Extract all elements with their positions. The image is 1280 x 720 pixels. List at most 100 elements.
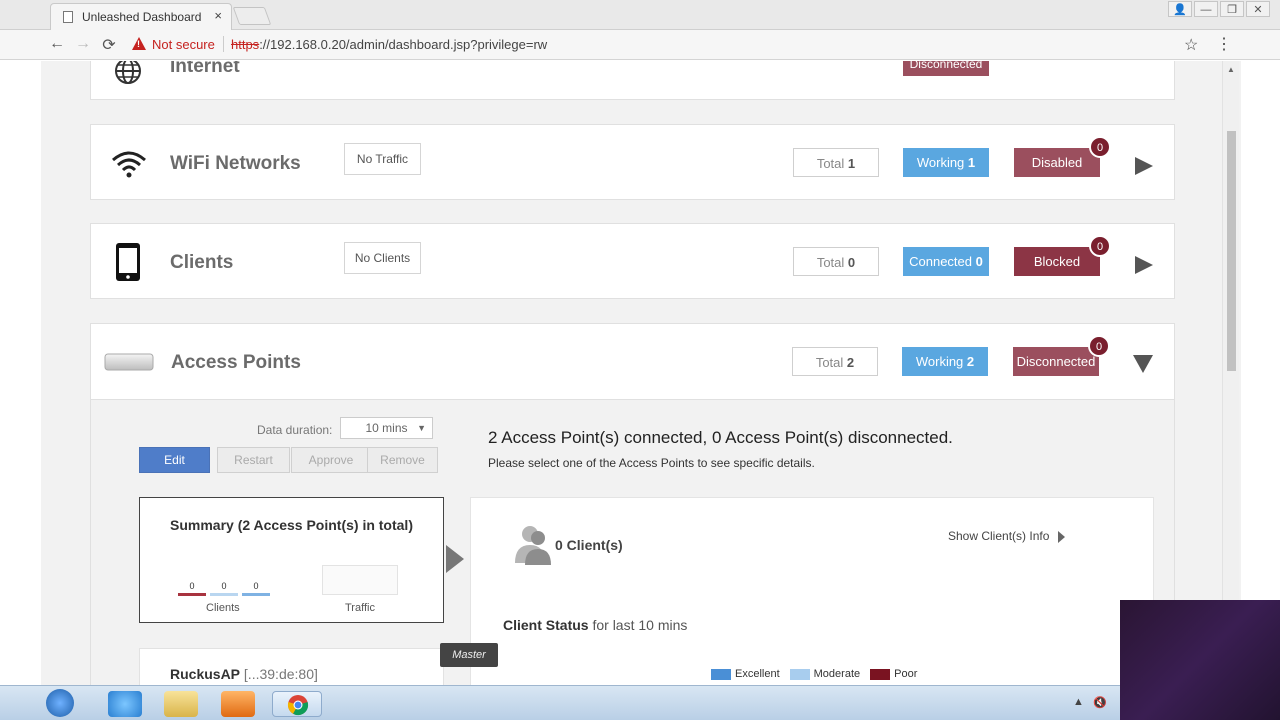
warning-icon [132, 37, 146, 50]
address-bar[interactable]: https://192.168.0.20/admin/dashboard.jsp… [231, 37, 547, 52]
show-clients-info-link[interactable]: Show Client(s) Info [948, 529, 1066, 543]
clients-total-value: 0 [847, 255, 856, 270]
wifi-total-label: Total [816, 156, 845, 171]
legend-moderate-label: Moderate [813, 668, 861, 680]
forward-icon[interactable]: → [73, 35, 93, 53]
chrome-taskbar-button[interactable] [272, 691, 322, 717]
show-clients-info-label: Show Client(s) Info [948, 529, 1050, 543]
clients-expand-arrow-icon[interactable] [1135, 256, 1153, 274]
internet-status-badge[interactable]: Disconnected [903, 61, 989, 76]
minimize-button[interactable]: — [1194, 1, 1218, 17]
wifi-working-label: Working [916, 155, 965, 170]
close-window-button[interactable]: ✕ [1246, 1, 1270, 17]
ap-working-value: 2 [966, 354, 975, 369]
wifi-working-badge[interactable]: Working 1 [903, 148, 989, 177]
ap-connection-message: 2 Access Point(s) connected, 0 Access Po… [488, 428, 953, 447]
browser-toolbar: ← → ⟳ Not secure https://192.168.0.20/ad… [0, 30, 1280, 60]
window-controls: 👤 — ❐ ✕ [1168, 1, 1270, 17]
browser-menu-icon[interactable]: ⋮ [1216, 34, 1232, 54]
ap-total-value: 2 [846, 355, 855, 370]
play-arrow-icon [1058, 530, 1066, 543]
globe-icon [115, 61, 141, 84]
url-separator [223, 36, 224, 52]
master-badge: Master [440, 643, 498, 667]
legend-excellent: Excellent [711, 668, 780, 680]
profile-icon[interactable]: 👤 [1168, 1, 1192, 17]
mini-value-excellent: 0 [253, 581, 259, 591]
access-points-panel[interactable]: Access Points Total 2 Working 2 Disconne… [90, 323, 1175, 400]
wifi-disabled-counter: 0 [1089, 136, 1111, 158]
ap-disconnected-badge[interactable]: Disconnected [1013, 347, 1099, 376]
media-player-icon[interactable] [221, 691, 255, 717]
ap-total-label: Total [815, 355, 844, 370]
approve-button[interactable]: Approve [291, 447, 371, 473]
url-scheme: https [231, 37, 260, 52]
ap-name: RuckusAP [...39:de:80] [170, 666, 318, 682]
edit-button[interactable]: Edit [139, 447, 210, 473]
client-status-period: for last 10 mins [588, 617, 688, 633]
clients-traffic-box: No Clients [344, 242, 421, 274]
legend-poor: Poor [870, 668, 917, 680]
summary-traffic-box [322, 565, 398, 595]
access-points-details: Data duration: 10 mins ▼ Edit Restart Ap… [90, 400, 1175, 685]
access-points-title: Access Points [171, 352, 301, 373]
ap-working-badge[interactable]: Working 2 [902, 347, 988, 376]
mini-bar-moderate: 0 [209, 581, 239, 596]
chrome-icon [287, 695, 309, 716]
file-explorer-icon[interactable] [164, 691, 198, 717]
ap-working-label: Working [915, 354, 964, 369]
client-status-legend: Excellent Moderate Poor [711, 668, 917, 680]
access-point-device-icon [104, 353, 154, 371]
wifi-total-badge[interactable]: Total 1 [793, 148, 879, 177]
url-path: ://192.168.0.20/admin/dashboard.jsp?priv… [259, 37, 548, 52]
volume-muted-icon[interactable]: 🔇 [1093, 696, 1107, 709]
wifi-networks-panel[interactable]: WiFi Networks No Traffic Total 1 Working… [90, 124, 1175, 200]
wifi-working-value: 1 [967, 155, 976, 170]
reload-icon[interactable]: ⟳ [99, 35, 119, 55]
webcam-overlay [1120, 600, 1280, 720]
restart-button[interactable]: Restart [217, 447, 290, 473]
tray-expand-icon[interactable]: ▲ [1073, 696, 1084, 708]
clients-title: Clients [170, 252, 234, 273]
ap-name-text: RuckusAP [170, 666, 241, 682]
not-secure-label[interactable]: Not secure [152, 37, 215, 52]
summary-pointer-icon [446, 545, 464, 573]
client-count: 0 Client(s) [555, 537, 623, 553]
internet-explorer-icon[interactable] [108, 691, 142, 717]
mini-bar-excellent: 0 [241, 581, 271, 596]
ap-disconnected-counter: 0 [1088, 335, 1110, 357]
wifi-expand-arrow-icon[interactable] [1135, 157, 1153, 175]
tab-close-icon[interactable]: × [214, 8, 222, 23]
start-button-icon[interactable] [46, 689, 74, 717]
bookmark-star-icon[interactable]: ☆ [1184, 35, 1198, 55]
scroll-thumb[interactable] [1227, 131, 1236, 371]
page-scrollbar[interactable]: ▲ [1222, 61, 1239, 685]
back-icon[interactable]: ← [47, 35, 67, 53]
scroll-up-icon[interactable]: ▲ [1227, 65, 1235, 74]
ap-list-item[interactable]: RuckusAP [...39:de:80] [139, 648, 444, 685]
clients-connected-badge[interactable]: Connected 0 [903, 247, 989, 276]
remove-button[interactable]: Remove [367, 447, 438, 473]
clients-blocked-badge[interactable]: Blocked [1014, 247, 1100, 276]
data-duration-select[interactable]: 10 mins ▼ [340, 417, 433, 439]
client-status-heading: Client Status for last 10 mins [503, 617, 687, 633]
page-icon [63, 11, 73, 23]
clients-user-icon [515, 526, 551, 565]
internet-panel[interactable]: Internet Disconnected [90, 61, 1175, 100]
mini-value-moderate: 0 [221, 581, 227, 591]
browser-tab[interactable]: Unleashed Dashboard × [50, 3, 232, 30]
clients-connected-label: Connected [909, 254, 973, 269]
clients-panel[interactable]: Clients No Clients Total 0 Connected 0 B… [90, 223, 1175, 299]
new-tab-button[interactable] [232, 7, 272, 25]
clients-total-badge[interactable]: Total 0 [793, 247, 879, 276]
ap-collapse-arrow-icon[interactable] [1133, 355, 1153, 373]
summary-clients-label: Clients [206, 602, 240, 614]
dashboard-page: Internet Disconnected WiFi Networks No T… [41, 61, 1241, 685]
restore-button[interactable]: ❐ [1220, 1, 1244, 17]
ap-summary-card[interactable]: Summary (2 Access Point(s) in total) 0 0… [139, 497, 444, 623]
clients-blocked-counter: 0 [1089, 235, 1111, 257]
page-viewport: Internet Disconnected WiFi Networks No T… [0, 61, 1280, 685]
wifi-disabled-badge[interactable]: Disabled [1014, 148, 1100, 177]
ap-total-badge[interactable]: Total 2 [792, 347, 878, 376]
clients-connected-value: 0 [975, 254, 983, 269]
